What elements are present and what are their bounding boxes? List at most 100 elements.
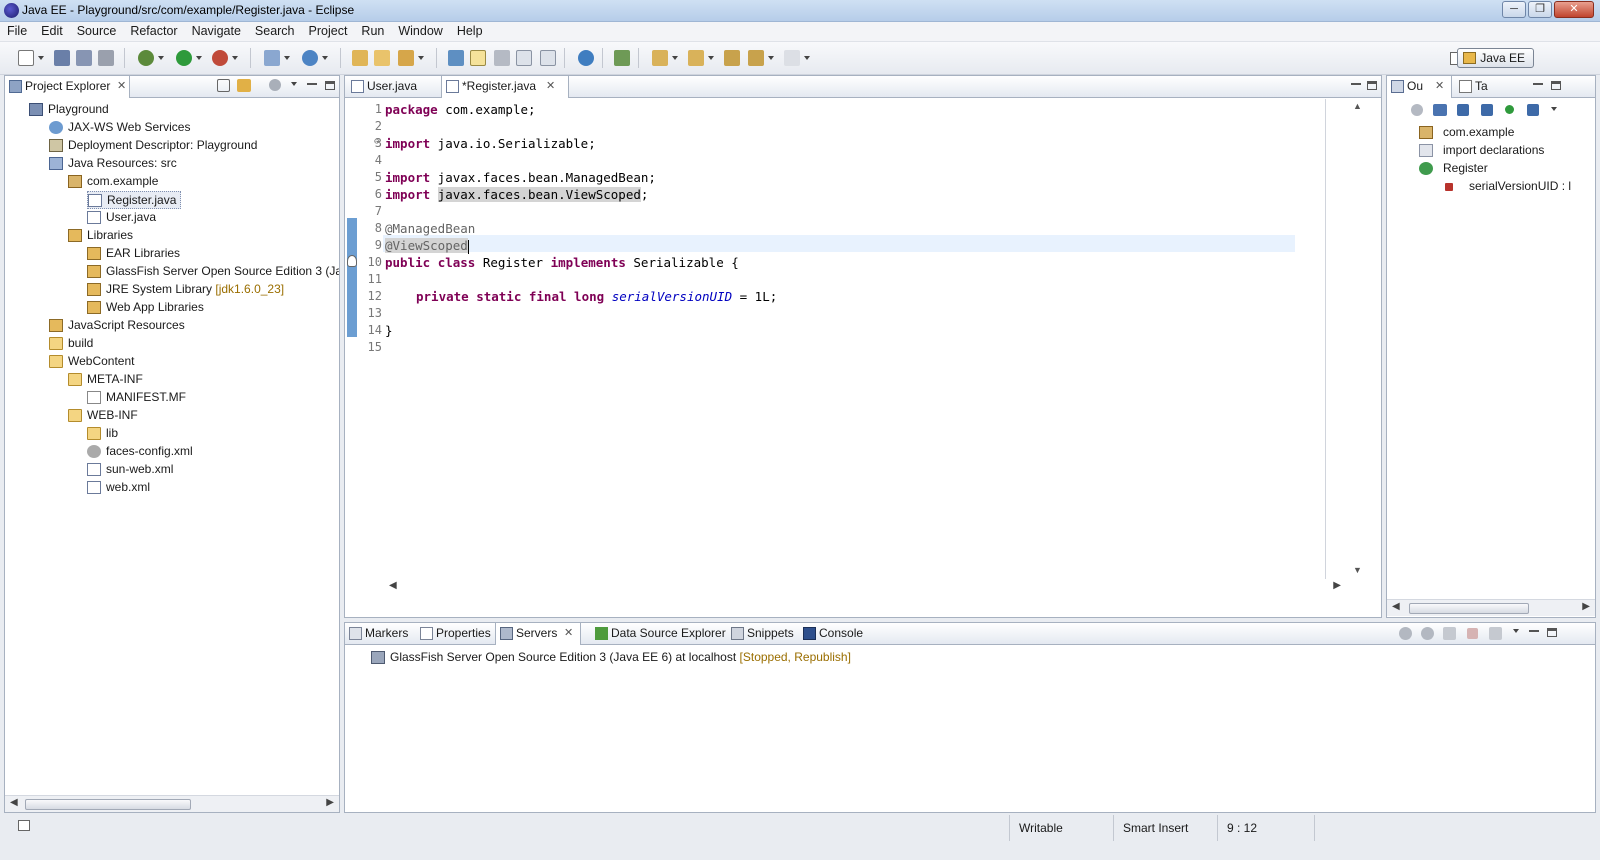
close-icon[interactable]: ✕ bbox=[117, 76, 126, 97]
hide-local-types-icon[interactable] bbox=[1505, 105, 1514, 114]
toggle-breadcrumb-icon[interactable] bbox=[448, 50, 464, 66]
outline-hscrollbar[interactable]: ◀ ▶ bbox=[1387, 599, 1595, 616]
debug-dropdown-icon[interactable] bbox=[158, 56, 164, 60]
menu-search[interactable]: Search bbox=[248, 22, 302, 41]
menu-window[interactable]: Window bbox=[391, 22, 449, 41]
menu-project[interactable]: Project bbox=[302, 22, 355, 41]
profile-server-icon[interactable] bbox=[1443, 627, 1456, 640]
save-all-icon[interactable] bbox=[76, 50, 92, 66]
fast-view-icon[interactable] bbox=[18, 820, 30, 831]
sort-icon[interactable] bbox=[1433, 104, 1447, 116]
close-button[interactable]: ✕ bbox=[1554, 1, 1594, 18]
external-tools-dropdown-icon[interactable] bbox=[232, 56, 238, 60]
minimize-icon[interactable] bbox=[1351, 81, 1361, 85]
search-dropdown-icon[interactable] bbox=[418, 56, 424, 60]
run-dropdown-icon[interactable] bbox=[196, 56, 202, 60]
search-icon[interactable] bbox=[398, 50, 414, 66]
maximize-icon[interactable] bbox=[1551, 81, 1561, 90]
menu-run[interactable]: Run bbox=[354, 22, 391, 41]
scroll-left-icon[interactable]: ◀ bbox=[389, 580, 397, 591]
mark-occurrences-icon[interactable] bbox=[470, 50, 486, 66]
view-menu-icon[interactable] bbox=[1551, 107, 1557, 111]
close-icon[interactable]: ✕ bbox=[564, 623, 573, 644]
next-annotation-icon[interactable] bbox=[652, 50, 668, 66]
debug-icon[interactable] bbox=[138, 50, 154, 66]
scroll-right-icon[interactable]: ▶ bbox=[326, 797, 334, 808]
project-explorer-hscrollbar[interactable]: ◀ ▶ bbox=[5, 795, 339, 812]
scroll-right-icon[interactable]: ▶ bbox=[1582, 601, 1590, 612]
stop-server-icon[interactable] bbox=[1467, 628, 1478, 639]
link-with-editor-icon[interactable] bbox=[237, 79, 251, 92]
link-with-editor-icon[interactable] bbox=[1527, 104, 1539, 116]
run-icon[interactable] bbox=[176, 50, 192, 66]
scrollbar-thumb[interactable] bbox=[25, 799, 191, 810]
tab-console[interactable]: Console bbox=[799, 623, 869, 645]
maximize-icon[interactable] bbox=[1367, 81, 1377, 90]
next-annotation-dropdown-icon[interactable] bbox=[672, 56, 678, 60]
print-icon[interactable] bbox=[98, 50, 114, 66]
minimize-button[interactable]: ─ bbox=[1502, 1, 1526, 18]
tab-user-java[interactable]: User.java bbox=[347, 76, 439, 98]
back-icon[interactable] bbox=[748, 50, 764, 66]
new-dropdown-icon[interactable] bbox=[38, 56, 44, 60]
tab-markers[interactable]: Markers bbox=[345, 623, 415, 645]
toggle-block-selection-icon[interactable] bbox=[494, 50, 510, 66]
tab-register-java[interactable]: *Register.java ✕ bbox=[441, 76, 569, 98]
new-server-icon[interactable] bbox=[264, 50, 280, 66]
menu-source[interactable]: Source bbox=[70, 22, 124, 41]
tab-project-explorer[interactable]: Project Explorer ✕ bbox=[4, 76, 130, 98]
tab-properties[interactable]: Properties bbox=[416, 623, 494, 645]
maximize-icon[interactable] bbox=[1547, 628, 1557, 637]
scroll-down-icon[interactable]: ▼ bbox=[1353, 565, 1362, 575]
fold-icon[interactable]: ⊖ bbox=[374, 137, 379, 147]
open-type-icon[interactable] bbox=[352, 50, 368, 66]
new-icon[interactable] bbox=[18, 50, 34, 66]
editor-hscrollbar[interactable]: ◀ ▶ bbox=[385, 579, 1345, 596]
scroll-up-icon[interactable]: ▲ bbox=[1353, 101, 1362, 111]
code-editor[interactable]: 1 2 3 4 5 6 7 8 9 10 11 12 13 14 15 ⊖ pa… bbox=[345, 99, 1325, 604]
tcp-monitor-icon[interactable] bbox=[614, 50, 630, 66]
tab-task-list[interactable]: Ta bbox=[1455, 76, 1505, 98]
scroll-left-icon[interactable]: ◀ bbox=[1392, 601, 1400, 612]
close-icon[interactable]: ✕ bbox=[1435, 76, 1444, 97]
forward-icon[interactable] bbox=[784, 50, 800, 66]
forward-dropdown-icon[interactable] bbox=[804, 56, 810, 60]
filter-icon[interactable] bbox=[269, 79, 281, 91]
maximize-icon[interactable] bbox=[325, 81, 335, 90]
tab-data-source-explorer[interactable]: Data Source Explorer bbox=[591, 623, 727, 645]
menu-edit[interactable]: Edit bbox=[34, 22, 70, 41]
hide-static-icon[interactable] bbox=[1457, 104, 1469, 116]
new-web-service-icon[interactable] bbox=[302, 50, 318, 66]
open-resource-icon[interactable] bbox=[374, 50, 390, 66]
tab-snippets[interactable]: Snippets bbox=[727, 623, 797, 645]
web-browser-icon[interactable] bbox=[578, 50, 594, 66]
new-server-dropdown-icon[interactable] bbox=[284, 56, 290, 60]
view-menu-icon[interactable] bbox=[291, 82, 297, 86]
menu-refactor[interactable]: Refactor bbox=[123, 22, 184, 41]
view-menu-icon[interactable] bbox=[1513, 629, 1519, 633]
menu-help[interactable]: Help bbox=[450, 22, 490, 41]
menu-file[interactable]: File bbox=[0, 22, 34, 41]
collapse-all-icon[interactable] bbox=[217, 79, 230, 92]
web-service-dropdown-icon[interactable] bbox=[322, 56, 328, 60]
tree-item-register-java[interactable]: Register.java bbox=[87, 191, 181, 209]
close-icon[interactable]: ✕ bbox=[546, 76, 555, 97]
hide-fields-icon[interactable] bbox=[1411, 104, 1423, 116]
external-tools-icon[interactable] bbox=[212, 50, 228, 66]
show-whitespace-icon[interactable] bbox=[540, 50, 556, 66]
minimize-icon[interactable] bbox=[1529, 628, 1539, 632]
debug-server-icon[interactable] bbox=[1399, 627, 1412, 640]
scroll-left-icon[interactable]: ◀ bbox=[10, 797, 18, 808]
save-icon[interactable] bbox=[54, 50, 70, 66]
previous-annotation-icon[interactable] bbox=[688, 50, 704, 66]
scroll-right-icon[interactable]: ▶ bbox=[1333, 580, 1341, 591]
previous-annotation-dropdown-icon[interactable] bbox=[708, 56, 714, 60]
tab-outline[interactable]: Ou ✕ bbox=[1386, 76, 1452, 98]
start-server-icon[interactable] bbox=[1421, 627, 1434, 640]
tab-servers[interactable]: Servers ✕ bbox=[495, 623, 581, 645]
publish-icon[interactable] bbox=[1489, 627, 1502, 640]
back-dropdown-icon[interactable] bbox=[768, 56, 774, 60]
hide-non-public-icon[interactable] bbox=[1481, 104, 1493, 116]
editor-vscrollbar[interactable]: ▲ ▼ bbox=[1349, 99, 1366, 579]
perspective-java-ee[interactable]: Java EE bbox=[1457, 48, 1534, 68]
